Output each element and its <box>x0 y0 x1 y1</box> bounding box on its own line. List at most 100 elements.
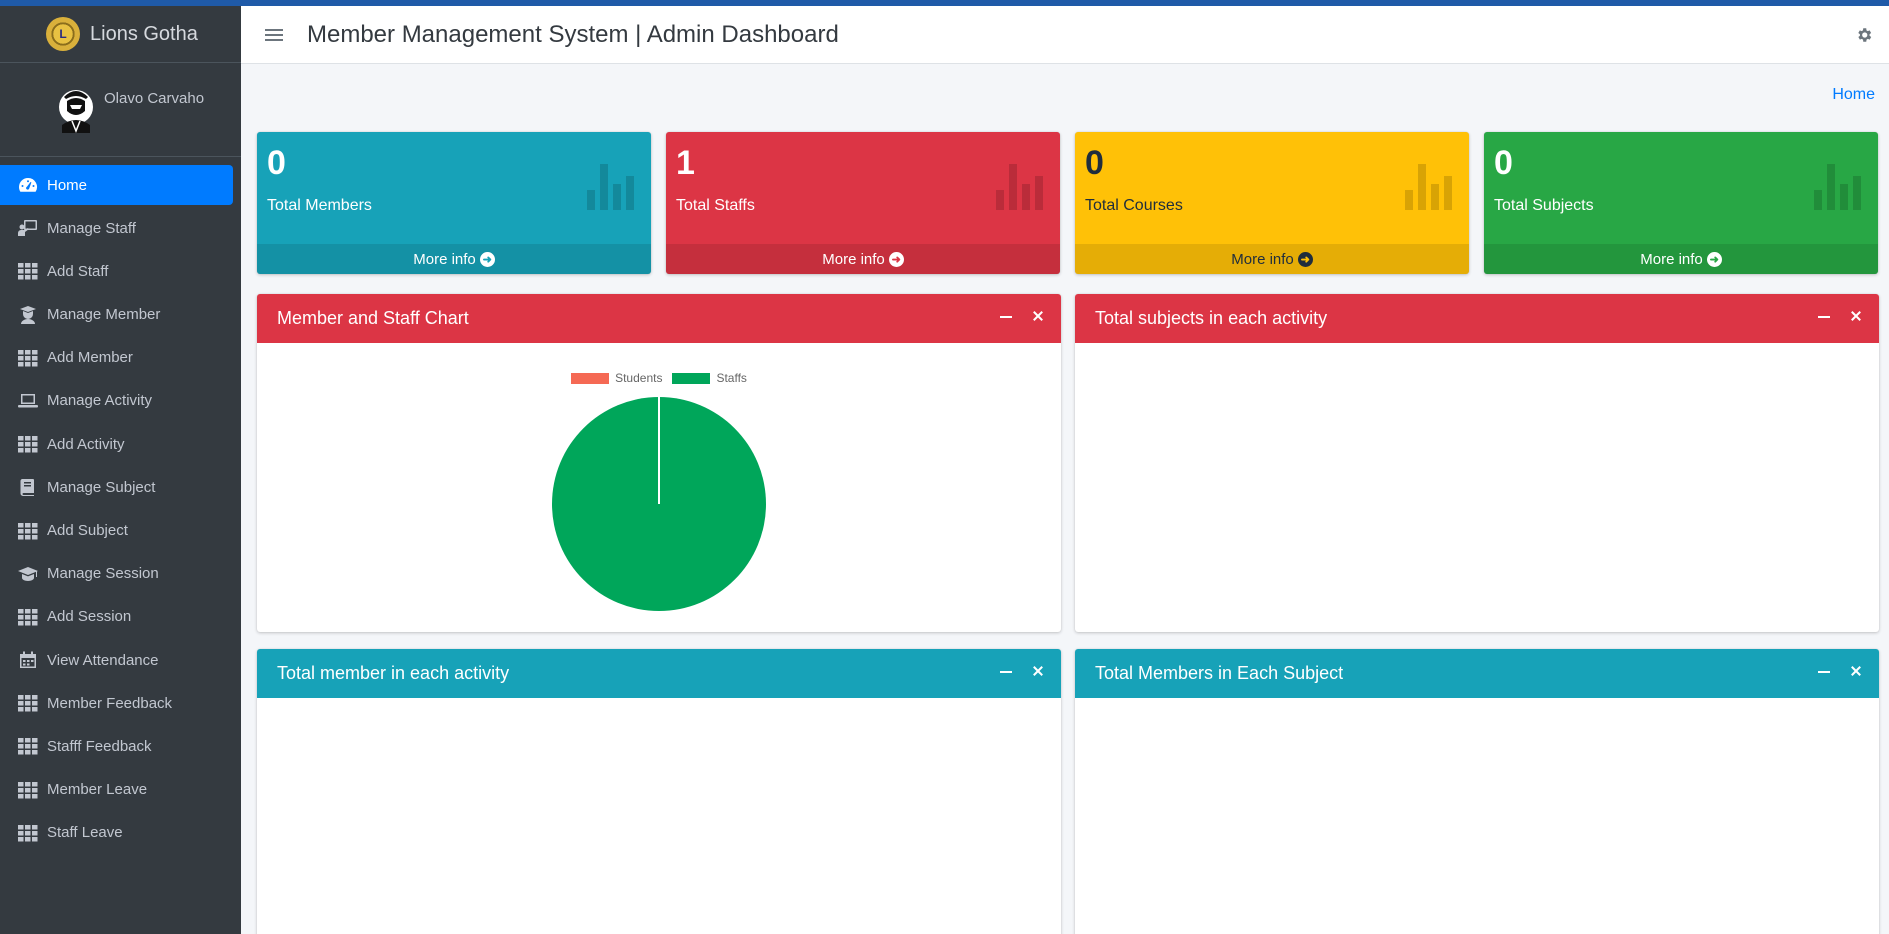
arrow-circle-right-icon: ➜ <box>1297 251 1313 267</box>
grid-icon <box>17 781 39 799</box>
card-member-staff-chart: Member and Staff Chart Students Staffs <box>257 294 1061 632</box>
chalkboard-teacher-icon <box>17 219 39 237</box>
sidebar-item-add-staff[interactable]: Add Staff <box>0 251 233 291</box>
brand-name: Lions Gotha <box>90 22 198 45</box>
breadcrumb-home[interactable]: Home <box>1832 86 1875 104</box>
user-avatar[interactable] <box>58 85 94 135</box>
graduation-cap-icon <box>17 565 39 583</box>
sidebar-item-manage-member[interactable]: Manage Member <box>0 295 233 335</box>
grid-icon <box>17 435 39 453</box>
lions-logo-icon: L <box>46 17 80 51</box>
sidebar-item-member-leave[interactable]: Member Leave <box>0 770 233 810</box>
collapse-icon[interactable] <box>999 664 1013 678</box>
sidebar-item-add-subject[interactable]: Add Subject <box>0 511 233 551</box>
stat-value: 1 <box>676 144 695 182</box>
pie-chart <box>552 397 766 611</box>
more-info-label: More info <box>1640 250 1703 268</box>
collapse-icon[interactable] <box>999 309 1013 323</box>
sidebar-item-label: Manage Session <box>47 565 159 583</box>
collapse-icon[interactable] <box>1817 664 1831 678</box>
more-info-link[interactable]: More info ➜ <box>1075 244 1469 274</box>
hamburger-menu-icon[interactable] <box>265 26 283 44</box>
sidebar-item-member-feedback[interactable]: Member Feedback <box>0 683 233 723</box>
sidebar-item-label: Add Session <box>47 608 132 626</box>
sidebar-item-stafff-feedback[interactable]: Stafff Feedback <box>0 726 233 766</box>
grid-icon <box>17 349 39 367</box>
sidebar-item-home[interactable]: Home <box>0 165 233 205</box>
sidebar-item-label: Manage Staff <box>47 219 136 237</box>
stat-label: Total Subjects <box>1494 197 1594 214</box>
stat-box-subjects: 0 Total Subjects More info ➜ <box>1484 132 1878 274</box>
card-header: Total Members in Each Subject <box>1075 649 1879 698</box>
bar-chart-icon <box>587 164 637 210</box>
sidebar-item-label: Staff Leave <box>47 824 123 842</box>
close-icon[interactable] <box>1031 664 1045 678</box>
stat-value: 0 <box>1494 144 1513 182</box>
sidebar-item-label: View Attendance <box>47 651 159 669</box>
more-info-label: More info <box>822 250 885 268</box>
stat-box-courses: 0 Total Courses More info ➜ <box>1075 132 1469 274</box>
collapse-icon[interactable] <box>1817 309 1831 323</box>
arrow-circle-right-icon: ➜ <box>479 251 495 267</box>
close-icon[interactable] <box>1031 309 1045 323</box>
more-info-link[interactable]: More info ➜ <box>1484 244 1878 274</box>
grid-icon <box>17 608 39 626</box>
close-icon[interactable] <box>1849 309 1863 323</box>
grid-icon <box>17 737 39 755</box>
card-header: Total subjects in each activity <box>1075 294 1879 343</box>
logo-letter: L <box>59 27 67 41</box>
dashboard-icon <box>17 176 39 194</box>
card-title: Total subjects in each activity <box>1095 308 1328 328</box>
card-header: Member and Staff Chart <box>257 294 1061 343</box>
sidebar-item-add-member[interactable]: Add Member <box>0 338 233 378</box>
card-members-subject: Total Members in Each Subject <box>1075 649 1879 934</box>
user-name[interactable]: Olavo Carvaho <box>104 90 204 107</box>
card-tools <box>999 664 1045 678</box>
sidebar-item-label: Manage Member <box>47 306 161 324</box>
brand-link[interactable]: L Lions Gotha <box>0 0 241 63</box>
sidebar-nav: Home Manage Staff Add Staff Manage Member Ad… <box>0 157 241 853</box>
arrow-circle-right-icon: ➜ <box>1706 251 1722 267</box>
user-graduate-icon <box>17 305 39 324</box>
sidebar-item-label: Add Member <box>47 349 133 367</box>
sidebar: L Lions Gotha Olavo Carvaho Home Manage S… <box>0 0 241 934</box>
sidebar-item-manage-staff[interactable]: Manage Staff <box>0 208 233 248</box>
top-accent-bar <box>0 0 1889 6</box>
gear-icon[interactable] <box>1855 26 1873 44</box>
card-tools <box>999 309 1045 323</box>
sidebar-item-label: Member Leave <box>47 781 148 799</box>
close-icon[interactable] <box>1849 664 1863 678</box>
bar-chart-icon <box>996 164 1046 210</box>
stat-value: 0 <box>1085 144 1104 182</box>
bar-chart-icon <box>1814 164 1864 210</box>
stat-label: Total Courses <box>1085 197 1183 214</box>
user-panel: Olavo Carvaho <box>0 63 241 157</box>
sidebar-item-view-attendance[interactable]: View Attendance <box>0 640 233 680</box>
card-tools <box>1817 664 1863 678</box>
sidebar-item-label: Add Subject <box>47 522 128 539</box>
calendar-icon <box>17 651 39 669</box>
card-header: Total member in each activity <box>257 649 1061 698</box>
sidebar-item-label: Manage Subject <box>47 478 156 496</box>
stat-label: Total Members <box>267 197 372 214</box>
sidebar-item-label: Stafff Feedback <box>47 737 152 755</box>
sidebar-item-label: Manage Activity <box>47 392 153 410</box>
more-info-link[interactable]: More info ➜ <box>257 244 651 274</box>
grid-icon <box>17 824 39 842</box>
grid-icon <box>17 694 39 712</box>
stat-box-staffs: 1 Total Staffs More info ➜ <box>666 132 1060 274</box>
sidebar-item-add-activity[interactable]: Add Activity <box>0 424 233 464</box>
sidebar-item-manage-activity[interactable]: Manage Activity <box>0 381 233 421</box>
card-tools <box>1817 309 1863 323</box>
sidebar-item-add-session[interactable]: Add Session <box>0 597 233 637</box>
grid-icon <box>17 522 39 540</box>
sidebar-item-label: Home <box>47 176 88 194</box>
more-info-link[interactable]: More info ➜ <box>666 244 1060 274</box>
more-info-label: More info <box>1231 250 1294 268</box>
sidebar-item-manage-session[interactable]: Manage Session <box>0 554 233 594</box>
stat-box-members: 0 Total Members More info ➜ <box>257 132 651 274</box>
sidebar-item-manage-subject[interactable]: Manage Subject <box>0 467 233 507</box>
card-title: Total Members in Each Subject <box>1095 663 1344 683</box>
sidebar-item-staff-leave[interactable]: Staff Leave <box>0 813 233 853</box>
sidebar-item-label: Add Activity <box>47 435 125 453</box>
